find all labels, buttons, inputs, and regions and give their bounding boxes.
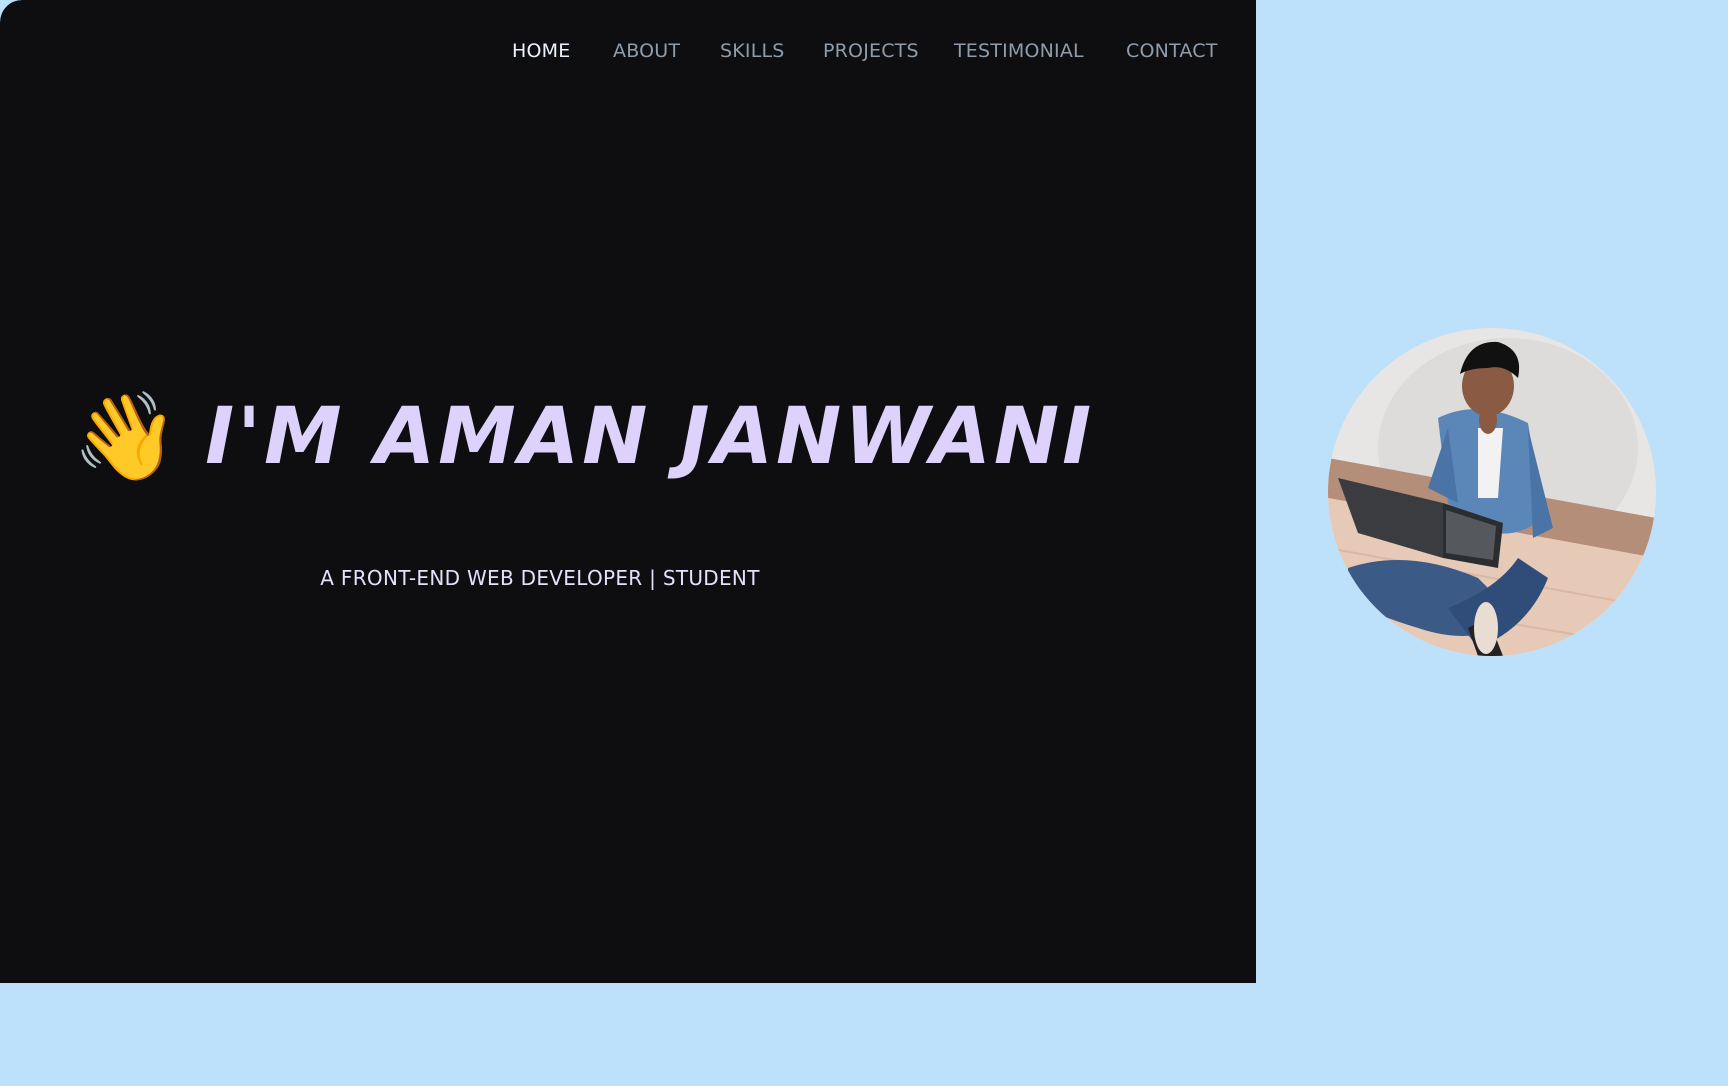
nav-contact[interactable]: CONTACT <box>1126 40 1218 62</box>
page-frame: HOME ABOUT SKILLS PROJECTS TESTIMONIAL C… <box>0 0 1728 1086</box>
main-nav: HOME ABOUT SKILLS PROJECTS TESTIMONIAL C… <box>0 40 1256 70</box>
hero-tagline: A FRONT-END WEB DEVELOPER | STUDENT <box>320 566 760 590</box>
nav-testimonial[interactable]: TESTIMONIAL <box>954 40 1084 62</box>
nav-home[interactable]: HOME <box>512 40 570 62</box>
hero-greeting: 👋 I'M AMAN JANWANI <box>72 382 1094 492</box>
nav-projects[interactable]: PROJECTS <box>823 40 919 62</box>
nav-about[interactable]: ABOUT <box>613 40 680 62</box>
waving-hand-icon: 👋 <box>72 387 180 487</box>
profile-photo <box>1328 328 1656 656</box>
nav-skills[interactable]: SKILLS <box>720 40 785 62</box>
hero-section: HOME ABOUT SKILLS PROJECTS TESTIMONIAL C… <box>0 0 1256 983</box>
hero-heading: I'M AMAN JANWANI <box>205 392 1095 482</box>
profile-photo-illustration <box>1328 328 1656 656</box>
